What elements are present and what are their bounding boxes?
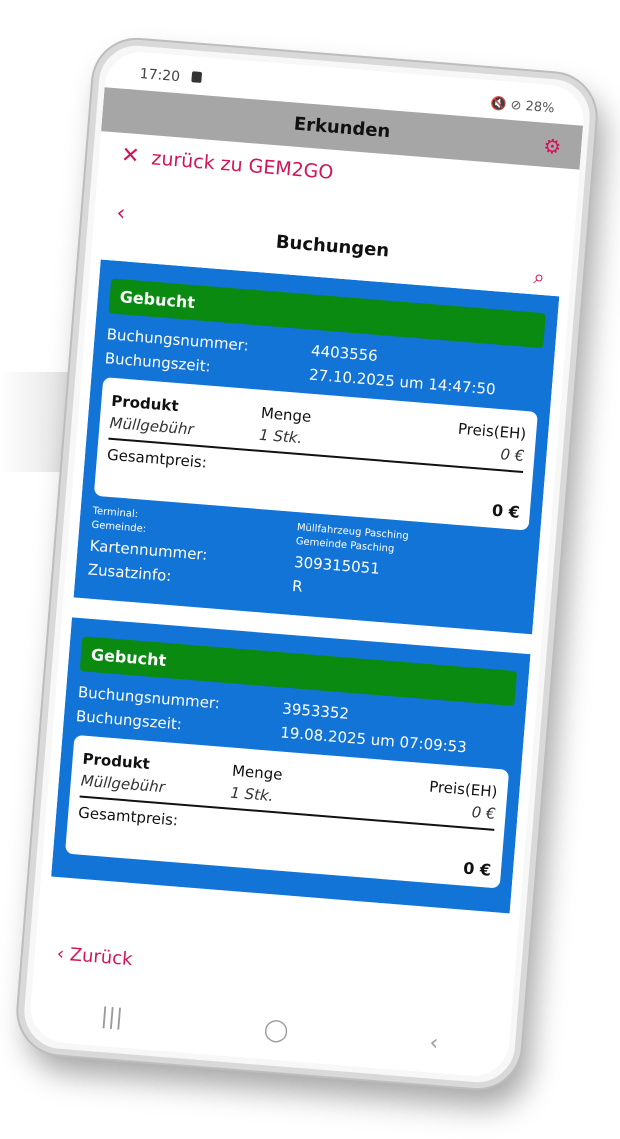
booking-card[interactable]: Gebucht Buchungsnummer: 3953352 Buchungs… — [51, 617, 531, 914]
gear-icon[interactable]: ⚙ — [542, 134, 562, 159]
back-to-gem2go-label: zurück zu GEM2GO — [150, 147, 335, 184]
search-icon[interactable]: ⌕ — [533, 264, 546, 289]
home-button[interactable]: ◯ — [263, 1017, 290, 1044]
status-indicators: 🔇 ⊘ 28% — [489, 96, 555, 117]
total-label: Gesamtpreis: — [77, 803, 179, 830]
system-back-button[interactable]: ‹ — [428, 1030, 439, 1056]
bottom-back-button[interactable]: ‹ Zurück — [56, 943, 133, 970]
close-icon: ✕ — [120, 142, 141, 170]
system-navigation-bar: ||| ◯ ‹ — [28, 980, 511, 1078]
bookings-list[interactable]: Gebucht Buchungsnummer: 4403556 Buchungs… — [48, 259, 560, 958]
recents-button[interactable]: ||| — [100, 1003, 124, 1030]
phone-frame: 17:20 🔇 ⊘ 28% Erkunden ⚙ ✕ zurück zu GEM… — [14, 36, 600, 1092]
product-table: Produkt Menge Preis(EH) Müllgebühr 1 Stk… — [65, 734, 510, 889]
back-to-gem2go-link[interactable]: ✕ zurück zu GEM2GO — [120, 143, 334, 185]
status-time: 17:20 — [139, 66, 181, 86]
phone-screen: 17:20 🔇 ⊘ 28% Erkunden ⚙ ✕ zurück zu GEM… — [27, 49, 587, 1079]
total-label: Gesamtpreis: — [106, 445, 208, 472]
bottom-back-label: Zurück — [68, 944, 134, 971]
notification-icon — [191, 71, 203, 83]
product-table: Produkt Menge Preis(EH) Müllgebühr 1 Stk… — [93, 377, 538, 531]
booking-card[interactable]: Gebucht Buchungsnummer: 4403556 Buchungs… — [73, 259, 560, 635]
